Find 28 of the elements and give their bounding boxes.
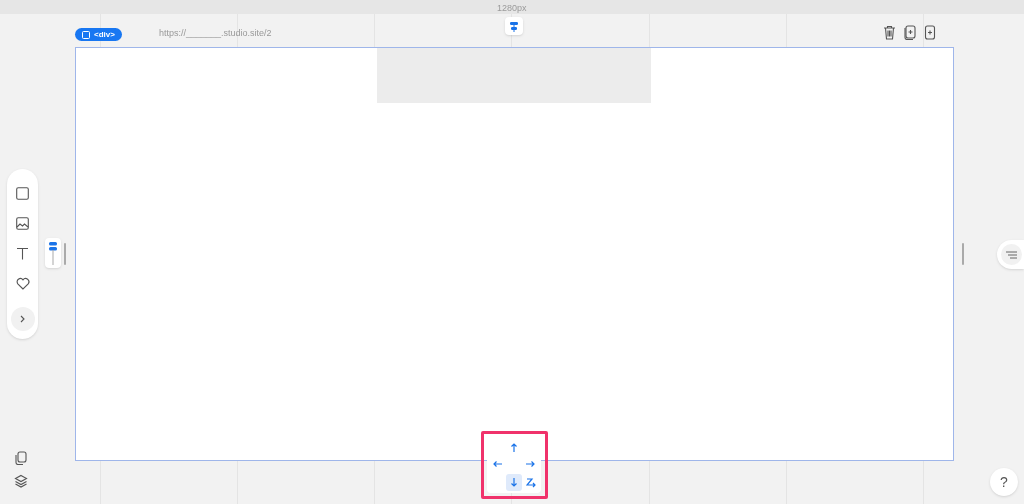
heart-icon[interactable] [15,277,30,290]
align-top-icon [509,20,519,32]
arrow-down-icon [509,476,519,488]
align-top-button[interactable] [505,17,523,35]
image-icon[interactable] [16,217,29,230]
chevron-right-icon [20,315,25,323]
duplicate-page-icon[interactable] [904,25,916,40]
direction-option[interactable] [505,473,523,491]
highlight-frame [481,431,548,499]
text-tool-icon[interactable] [16,247,29,260]
resize-handle[interactable] [64,243,66,265]
page-url: https://_______.studio.site/2 [159,27,272,40]
layers-icon[interactable] [14,474,28,488]
help-button[interactable]: ? [990,468,1018,496]
add-page-icon[interactable] [924,25,936,40]
square-icon [82,30,90,39]
arrow-up-icon [509,442,519,454]
pages-icon[interactable] [14,451,28,465]
element-tag-badge[interactable]: <div> [75,28,122,41]
menu-icon [1006,250,1017,259]
align-top-icon [48,241,58,265]
align-control[interactable] [45,238,61,268]
rectangle-icon[interactable] [16,187,29,200]
element-tag-label: <div> [94,28,115,41]
resize-handle[interactable] [962,243,964,265]
trash-icon[interactable] [883,25,896,40]
wrap-icon [525,476,536,488]
ruler-width-label: 1280px [497,3,527,13]
